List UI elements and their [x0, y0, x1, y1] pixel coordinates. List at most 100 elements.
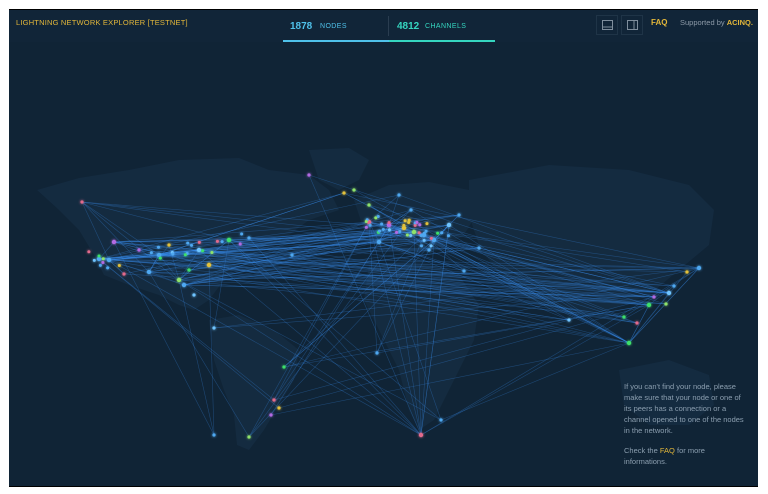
network-node[interactable]	[215, 239, 219, 243]
network-node[interactable]	[377, 229, 381, 233]
network-node[interactable]	[462, 269, 466, 273]
network-node[interactable]	[418, 432, 424, 438]
network-node[interactable]	[167, 243, 171, 247]
network-node[interactable]	[171, 252, 175, 256]
network-node[interactable]	[419, 244, 423, 248]
network-node[interactable]	[269, 413, 273, 417]
network-node[interactable]	[122, 272, 126, 276]
network-node[interactable]	[381, 227, 385, 231]
network-node[interactable]	[176, 277, 182, 283]
network-node[interactable]	[376, 214, 380, 218]
toggle-bottom-panel-button[interactable]	[596, 15, 618, 35]
network-node[interactable]	[210, 250, 214, 254]
network-node[interactable]	[206, 262, 212, 268]
network-node[interactable]	[80, 200, 84, 204]
network-node[interactable]	[97, 254, 101, 258]
network-node[interactable]	[190, 243, 194, 247]
network-node[interactable]	[146, 269, 152, 275]
network-node[interactable]	[226, 237, 232, 243]
network-node[interactable]	[137, 248, 141, 252]
network-node[interactable]	[380, 222, 384, 226]
network-node[interactable]	[87, 250, 91, 254]
network-node[interactable]	[425, 222, 429, 226]
network-node[interactable]	[101, 257, 105, 261]
network-node[interactable]	[387, 228, 391, 232]
network-node[interactable]	[364, 225, 368, 229]
network-node[interactable]	[387, 221, 391, 225]
network-node[interactable]	[342, 191, 346, 195]
network-node[interactable]	[212, 326, 216, 330]
network-node[interactable]	[419, 233, 423, 237]
network-node[interactable]	[247, 236, 251, 240]
network-node[interactable]	[397, 193, 401, 197]
network-node[interactable]	[439, 418, 443, 422]
network-node[interactable]	[409, 233, 413, 237]
network-node[interactable]	[290, 253, 294, 257]
network-node[interactable]	[415, 220, 419, 224]
network-node[interactable]	[457, 213, 461, 217]
network-node[interactable]	[685, 270, 689, 274]
network-node[interactable]	[307, 173, 311, 177]
network-node[interactable]	[98, 263, 102, 267]
network-node[interactable]	[212, 433, 216, 437]
network-node[interactable]	[447, 234, 451, 238]
network-node[interactable]	[220, 240, 224, 244]
network-node[interactable]	[402, 223, 406, 227]
network-node[interactable]	[672, 284, 676, 288]
network-node[interactable]	[422, 238, 426, 242]
network-node[interactable]	[664, 302, 668, 306]
tab-nodes[interactable]: 1878 NODES	[283, 10, 389, 42]
network-node[interactable]	[183, 253, 187, 257]
network-node[interactable]	[398, 229, 402, 233]
network-node[interactable]	[375, 351, 379, 355]
network-node[interactable]	[395, 230, 399, 234]
network-node[interactable]	[646, 302, 652, 308]
network-node[interactable]	[158, 256, 162, 260]
network-node[interactable]	[352, 188, 356, 192]
network-node[interactable]	[197, 240, 201, 244]
network-node[interactable]	[156, 245, 160, 249]
network-node[interactable]	[181, 282, 187, 288]
network-node[interactable]	[368, 223, 372, 227]
network-node[interactable]	[696, 265, 702, 271]
network-node[interactable]	[422, 231, 426, 235]
network-node[interactable]	[626, 340, 632, 346]
network-node[interactable]	[429, 244, 433, 248]
network-node[interactable]	[149, 251, 153, 255]
network-node[interactable]	[405, 233, 409, 237]
network-node[interactable]	[409, 208, 413, 212]
network-node[interactable]	[567, 318, 571, 322]
network-node[interactable]	[622, 315, 626, 319]
network-node[interactable]	[247, 435, 251, 439]
network-node[interactable]	[417, 231, 421, 235]
network-node[interactable]	[156, 252, 162, 258]
network-node[interactable]	[92, 258, 96, 262]
network-node[interactable]	[477, 246, 481, 250]
network-node[interactable]	[238, 242, 242, 246]
network-node[interactable]	[427, 248, 431, 252]
toggle-side-panel-button[interactable]	[621, 15, 643, 35]
network-node[interactable]	[282, 365, 286, 369]
network-node[interactable]	[635, 321, 639, 325]
network-node[interactable]	[374, 216, 378, 220]
network-node[interactable]	[403, 219, 407, 223]
network-node[interactable]	[117, 264, 121, 268]
network-node[interactable]	[364, 219, 368, 223]
network-node[interactable]	[652, 295, 656, 299]
network-node[interactable]	[411, 229, 417, 235]
network-node[interactable]	[666, 290, 672, 296]
acinq-link[interactable]: ACINQ.	[727, 18, 753, 27]
tab-channels[interactable]: 4812 CHANNELS	[389, 10, 495, 42]
network-node[interactable]	[272, 398, 276, 402]
network-node[interactable]	[446, 222, 452, 228]
network-node[interactable]	[201, 249, 205, 253]
network-node[interactable]	[429, 236, 433, 240]
network-node[interactable]	[367, 203, 371, 207]
network-node[interactable]	[407, 218, 411, 222]
faq-link[interactable]: FAQ	[651, 18, 667, 27]
network-node[interactable]	[240, 232, 244, 236]
network-node[interactable]	[196, 247, 202, 253]
network-node[interactable]	[106, 266, 110, 270]
network-node[interactable]	[277, 406, 281, 410]
network-node[interactable]	[436, 231, 440, 235]
